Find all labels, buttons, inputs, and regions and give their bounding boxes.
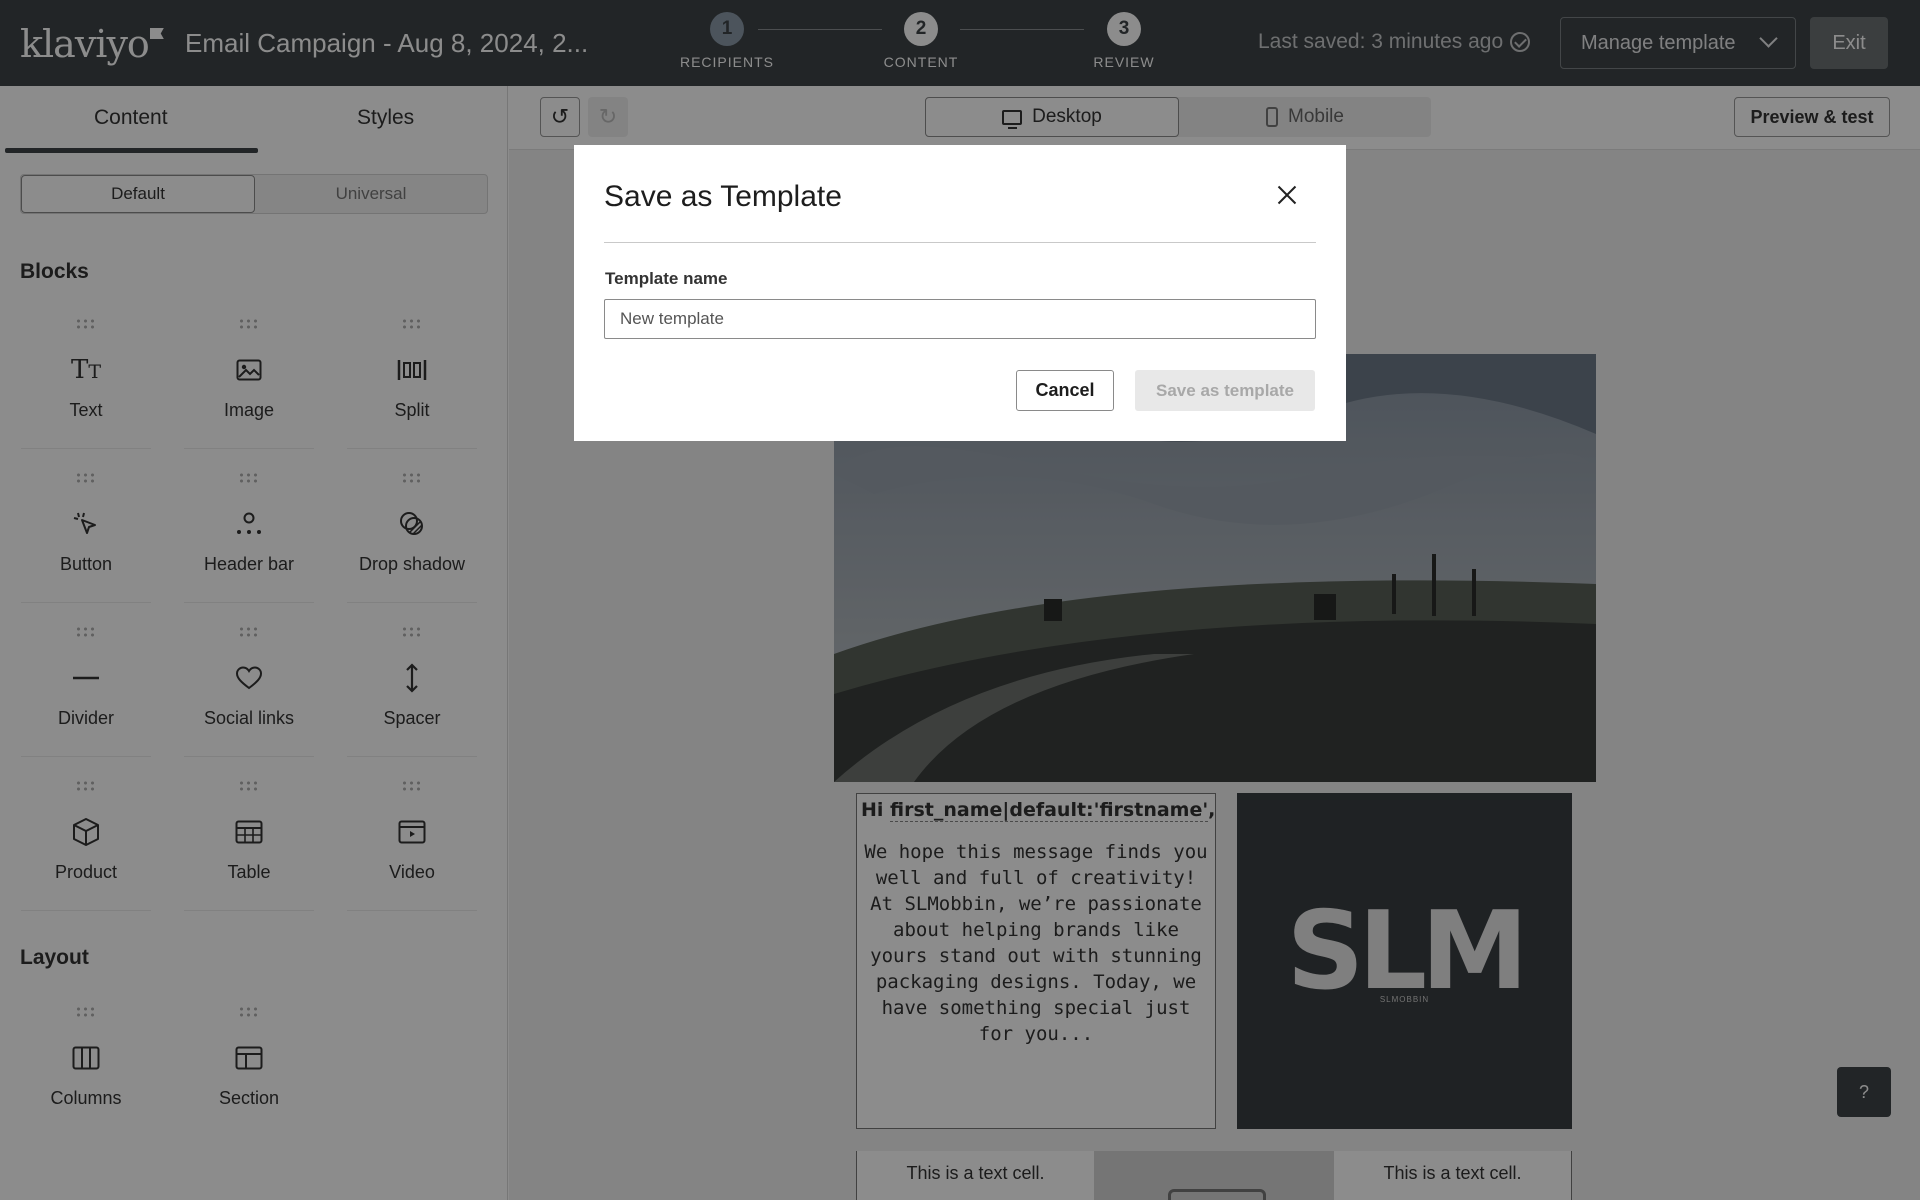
template-name-label: Template name [605, 269, 728, 288]
close-icon[interactable] [1274, 182, 1300, 208]
save-as-template-dialog: Save as Template Template name Cancel Sa… [574, 145, 1346, 441]
cancel-button[interactable]: Cancel [1016, 370, 1114, 411]
dialog-divider [604, 242, 1316, 243]
template-name-input[interactable] [604, 299, 1316, 339]
save-as-template-button[interactable]: Save as template [1135, 370, 1315, 411]
dialog-title: Save as Template [604, 180, 842, 213]
